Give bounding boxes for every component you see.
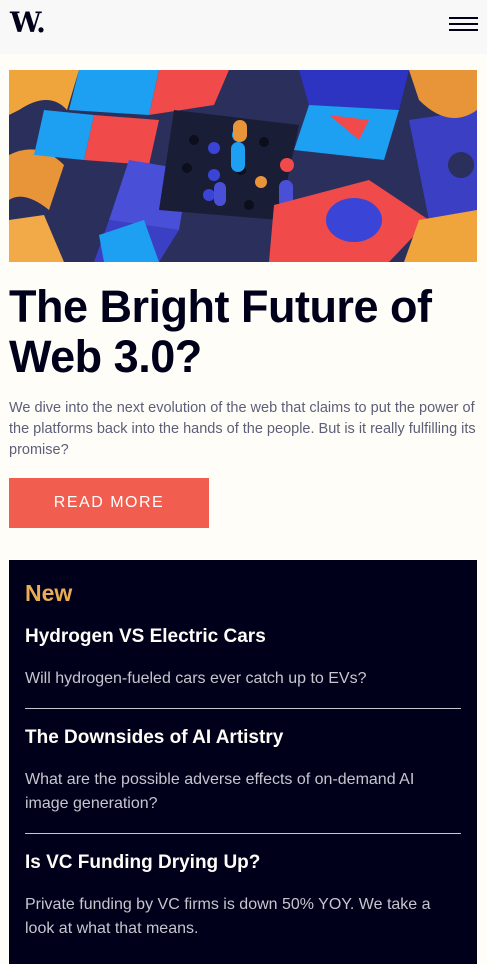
read-more-button[interactable]: READ MORE <box>9 478 209 528</box>
article-title[interactable]: The Downsides of AI Artistry <box>25 726 461 750</box>
hero-description: We dive into the next evolution of the w… <box>9 400 476 458</box>
article-item[interactable]: Is VC Funding Drying Up? Private funding… <box>25 851 461 941</box>
new-articles-panel: New Hydrogen VS Electric Cars Will hydro… <box>9 560 477 964</box>
article-summary: What are the possible adverse effects of… <box>25 771 415 812</box>
article-divider <box>25 833 461 834</box>
hamburger-menu-icon[interactable] <box>449 17 478 31</box>
site-header: W. <box>0 0 487 54</box>
article-title[interactable]: Hydrogen VS Electric Cars <box>25 625 461 649</box>
hero-image <box>9 70 477 262</box>
article-divider <box>25 708 461 709</box>
article-item[interactable]: Hydrogen VS Electric Cars Will hydrogen-… <box>25 625 461 691</box>
article-title[interactable]: Is VC Funding Drying Up? <box>25 851 461 875</box>
hero-title: The Bright Future of Web 3.0? <box>9 281 432 382</box>
article-summary: Private funding by VC firms is down 50% … <box>25 896 431 937</box>
new-section-heading: New <box>25 580 73 606</box>
article-summary: Will hydrogen-fueled cars ever catch up … <box>25 670 367 687</box>
site-logo[interactable]: W. <box>10 6 46 39</box>
article-item[interactable]: The Downsides of AI Artistry What are th… <box>25 726 461 816</box>
